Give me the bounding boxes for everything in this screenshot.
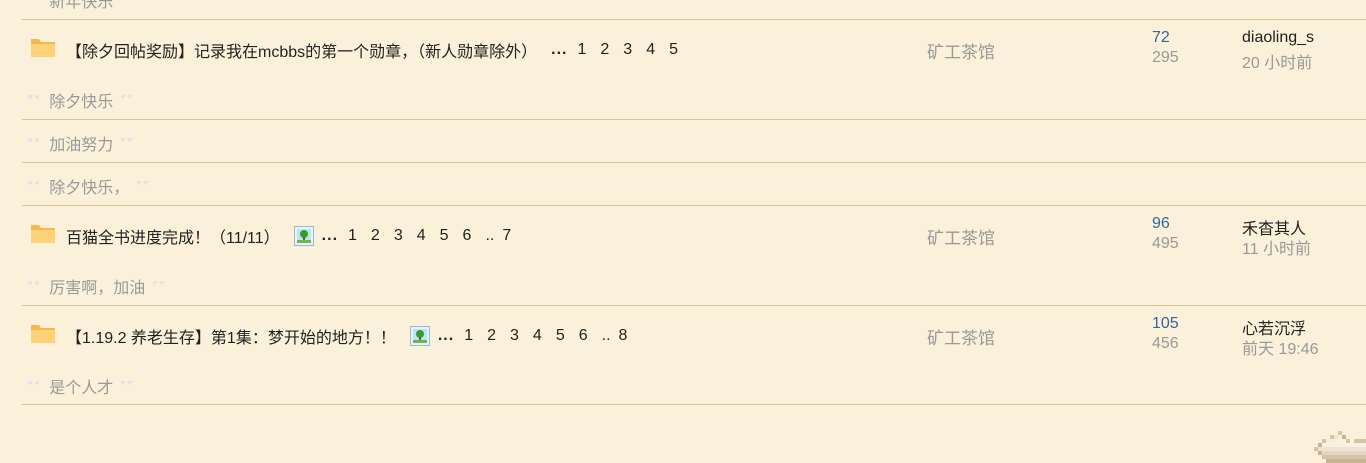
thread-row[interactable]: 【1.19.2 养老生存】第1集：梦开始的地方！！ ... 1 2 3 4 5 … [22, 306, 1366, 358]
quote-row: “ 加油努力 ” [22, 131, 1366, 156]
page-link[interactable]: 2 [371, 227, 380, 245]
pagination-gap: .. [601, 327, 611, 344]
quote-close-icon: ” [151, 281, 169, 299]
reply-count[interactable]: 105 [1152, 315, 1179, 333]
pagination-ellipsis: ... [437, 327, 455, 344]
page-link[interactable]: 4 [646, 41, 655, 59]
thread-title-line: 【1.19.2 养老生存】第1集：梦开始的地方！！ ... 1 2 3 4 5 … [66, 324, 641, 348]
page-link[interactable]: 4 [417, 227, 426, 245]
last-post-time[interactable]: 前天 19:46 [1242, 335, 1319, 359]
thread-title-link[interactable]: 【1.19.2 养老生存】第1集：梦开始的地方！！ [66, 324, 396, 348]
quote-open-icon: “ [26, 181, 44, 199]
reply-quote: “ 新年快乐 ” [26, 0, 137, 13]
page-link[interactable]: 2 [487, 327, 496, 345]
forum-link[interactable]: 矿工茶馆 [927, 324, 995, 349]
quote-open-icon: “ [26, 95, 44, 113]
image-attachment-icon [409, 326, 430, 346]
quote-close-icon: ” [119, 95, 137, 113]
row-separator [22, 119, 1366, 120]
quote-row: “ 除夕快乐 ” [22, 88, 1366, 113]
view-count: 456 [1152, 335, 1179, 352]
reply-count[interactable]: 72 [1152, 29, 1170, 47]
pagination-gap: .. [485, 227, 495, 244]
quote-row: “ 厉害啊，加油 ” [22, 274, 1366, 299]
quote-text: 是个人才 [49, 380, 114, 397]
reply-count[interactable]: 96 [1152, 215, 1170, 233]
pixel-art-decoration [1314, 431, 1366, 463]
quote-row: “ 是个人才 ” [22, 374, 1366, 399]
page-link[interactable]: 6 [579, 327, 588, 345]
forum-link[interactable]: 矿工茶馆 [927, 38, 995, 63]
quote-text: 除夕快乐， [49, 180, 130, 197]
page-link[interactable]: 3 [623, 41, 632, 59]
row-separator [22, 162, 1366, 163]
quote-text: 加油努力 [49, 137, 114, 154]
quote-close-icon: ” [135, 181, 153, 199]
page-link[interactable]: 1 [464, 327, 473, 345]
folder-icon [31, 39, 55, 57]
quote-text: 除夕快乐 [49, 94, 114, 111]
quote-open-icon: “ [26, 138, 44, 156]
reply-quote: “ 加油努力 ” [26, 131, 137, 156]
page-link[interactable]: 8 [619, 327, 628, 345]
thread-title-link[interactable]: 【除夕回帖奖励】记录我在mcbbs的第一个勋章，（新人勋章除外） [66, 38, 537, 62]
reply-quote: “ 除夕快乐， ” [26, 174, 153, 199]
last-post-time[interactable]: 11 小时前 [1242, 235, 1311, 259]
view-count: 495 [1152, 235, 1179, 252]
quote-text: 新年快乐 [49, 0, 114, 11]
pagination-ellipsis: ... [321, 227, 339, 244]
page-link[interactable]: 1 [577, 41, 586, 59]
thread-title-link[interactable]: 百猫全书进度完成！（11/11） [66, 224, 280, 248]
quote-row: “ 除夕快乐， ” [22, 174, 1366, 199]
page-link[interactable]: 5 [440, 227, 449, 245]
thread-row[interactable]: 【除夕回帖奖励】记录我在mcbbs的第一个勋章，（新人勋章除外） ... 1 2… [22, 20, 1366, 72]
quote-open-icon: “ [26, 0, 43, 13]
page-link[interactable]: 1 [348, 227, 357, 245]
pagination-ellipsis: ... [551, 41, 568, 58]
top-quote-row: “ 新年快乐 ” [22, 0, 1366, 13]
quote-close-icon: ” [119, 138, 137, 156]
folder-icon [31, 225, 55, 243]
forum-link[interactable]: 矿工茶馆 [927, 224, 995, 249]
page-link[interactable]: 5 [556, 327, 565, 345]
page-link[interactable]: 6 [463, 227, 472, 245]
last-post-user[interactable]: diaoling_s [1242, 29, 1314, 47]
quote-open-icon: “ [26, 381, 44, 399]
folder-icon [31, 325, 55, 343]
view-count: 295 [1152, 49, 1179, 66]
row-separator [22, 404, 1366, 405]
thread-row[interactable]: 百猫全书进度完成！（11/11） ... 1 2 3 4 5 6 .. 7 矿工… [22, 206, 1366, 258]
thread-title-line: 百猫全书进度完成！（11/11） ... 1 2 3 4 5 6 .. 7 [66, 224, 525, 248]
quote-open-icon: “ [26, 281, 44, 299]
thread-title-line: 【除夕回帖奖励】记录我在mcbbs的第一个勋章，（新人勋章除外） ... 1 2… [66, 38, 692, 62]
quote-text: 厉害啊，加油 [49, 280, 146, 297]
reply-quote: “ 厉害啊，加油 ” [26, 274, 169, 299]
page-link[interactable]: 5 [669, 41, 678, 59]
page-link[interactable]: 3 [510, 327, 519, 345]
quote-close-icon: ” [119, 381, 137, 399]
page-link[interactable]: 3 [394, 227, 403, 245]
reply-quote: “ 是个人才 ” [26, 374, 137, 399]
quote-close-icon: ” [119, 0, 136, 13]
reply-quote: “ 除夕快乐 ” [26, 88, 137, 113]
page-link[interactable]: 2 [600, 41, 609, 59]
page-link[interactable]: 4 [533, 327, 542, 345]
page-link[interactable]: 7 [502, 227, 511, 245]
last-post-time[interactable]: 20 小时前 [1242, 49, 1312, 73]
image-attachment-icon [293, 226, 314, 246]
